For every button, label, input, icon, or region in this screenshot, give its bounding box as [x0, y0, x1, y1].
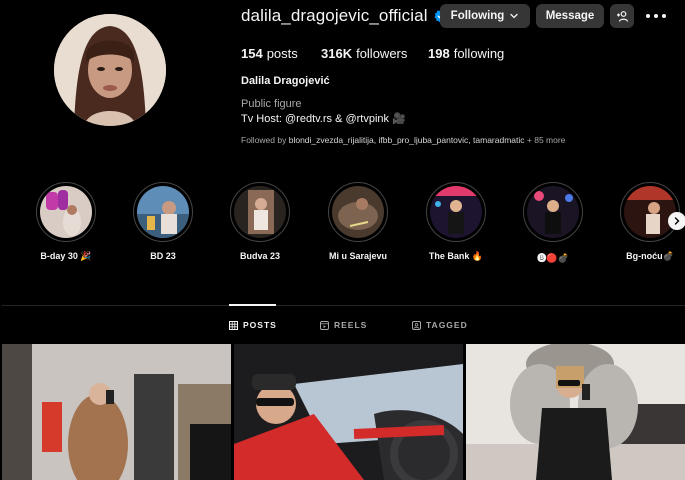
following-count[interactable]: 198 following: [428, 46, 504, 61]
followed-by-prefix: Followed by: [241, 135, 287, 145]
profile-avatar[interactable]: [54, 14, 166, 126]
post-image: [2, 344, 231, 480]
post-thumbnail[interactable]: [234, 344, 463, 480]
highlight-label: B-day 30 🎉: [40, 251, 92, 261]
following-count-value: 198: [428, 46, 450, 61]
highlight-label: Budva 23: [239, 251, 281, 261]
message-button-label: Message: [545, 10, 595, 22]
tagged-icon: [412, 320, 421, 330]
chevron-down-icon: [510, 13, 518, 19]
add-user-icon: [616, 10, 628, 22]
highlight-item[interactable]: BD 23: [132, 182, 194, 261]
followed-by-names: blondi_zvezda_rijalitija, ifbb_pro_ljuba…: [288, 135, 525, 145]
highlight-image: [40, 186, 92, 238]
highlight-item[interactable]: 🅑🔴💣: [522, 182, 584, 264]
suggested-users-button[interactable]: [610, 4, 634, 28]
highlight-label: BD 23: [150, 251, 176, 261]
post-thumbnail[interactable]: [2, 344, 231, 480]
followed-by-more: + 85 more: [526, 135, 566, 145]
active-tab-indicator: [229, 304, 276, 306]
tab-reels[interactable]: REELS: [320, 320, 367, 330]
profile-bio[interactable]: Tv Host: @redtv.rs & @rtvpink 🎥: [241, 112, 406, 125]
profile-header: dalila_dragojevic_official: [241, 4, 448, 28]
highlight-label: The Bank 🔥: [428, 251, 484, 261]
reels-icon: [320, 320, 329, 330]
tab-posts-label: POSTS: [243, 320, 277, 330]
highlight-image: [234, 186, 286, 238]
followers-count-value: 316K: [321, 46, 353, 61]
tab-posts[interactable]: POSTS: [229, 320, 277, 330]
message-button[interactable]: Message: [536, 4, 604, 28]
highlight-label: 🅑🔴💣: [537, 253, 569, 263]
posts-count-label: posts: [266, 46, 298, 61]
highlights-next-button[interactable]: [668, 212, 685, 230]
highlight-item[interactable]: B-day 30 🎉: [35, 182, 97, 262]
followers-count[interactable]: 316K followers: [321, 46, 407, 61]
tabs-divider: [2, 305, 685, 306]
highlight-label: Mi u Sarajevu: [328, 251, 388, 261]
following-button[interactable]: Following: [440, 4, 530, 28]
profile-category: Public figure: [241, 98, 302, 110]
followers-count-label: followers: [356, 46, 408, 61]
highlight-item[interactable]: Mi u Sarajevu: [327, 182, 389, 261]
post-thumbnail[interactable]: [466, 344, 685, 480]
highlight-image: [624, 186, 676, 238]
following-button-label: Following: [450, 10, 505, 22]
highlight-label: Bg-noću💣: [626, 251, 674, 261]
highlight-image: [430, 186, 482, 238]
grid-icon: [229, 320, 238, 330]
highlight-image: [332, 186, 384, 238]
profile-username: dalila_dragojevic_official: [241, 6, 428, 25]
chevron-right-icon: [674, 217, 680, 225]
highlight-item[interactable]: Budva 23: [229, 182, 291, 261]
tab-reels-label: REELS: [334, 320, 368, 330]
profile-full-name: Dalila Dragojević: [241, 75, 330, 87]
highlight-image: [137, 186, 189, 238]
highlight-item[interactable]: The Bank 🔥: [425, 182, 487, 262]
following-count-label: following: [453, 46, 505, 61]
posts-count: 154 posts: [241, 46, 298, 61]
tab-tagged[interactable]: TAGGED: [412, 320, 468, 330]
posts-count-value: 154: [241, 46, 263, 61]
post-image: [466, 344, 685, 480]
post-image: [234, 344, 463, 480]
highlight-image: [527, 186, 579, 238]
followed-by[interactable]: Followed by blondi_zvezda_rijalitija, if…: [241, 135, 565, 145]
tab-tagged-label: TAGGED: [426, 320, 468, 330]
more-options-icon[interactable]: [646, 8, 666, 24]
